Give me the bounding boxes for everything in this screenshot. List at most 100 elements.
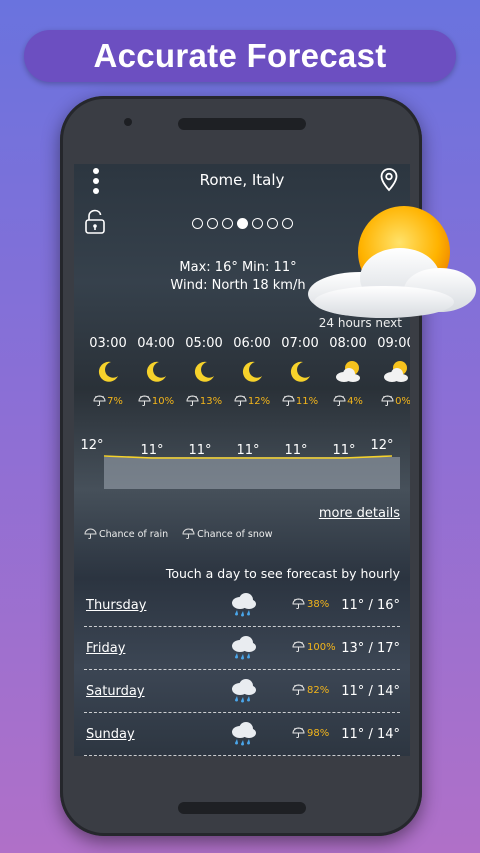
hour-rain-chance: 12% <box>228 395 276 407</box>
rain-cloud-icon <box>232 679 256 703</box>
hourly-item[interactable]: 08:00 4% <box>324 336 372 407</box>
city-title[interactable]: Rome, Italy <box>74 171 410 189</box>
hourly-forecast[interactable]: 03:00 7% 04:00 10% 05:00 13% 06:00 12% 07:00 11% 0… <box>84 336 410 407</box>
hour-weather <box>228 355 276 389</box>
moon-icon <box>98 361 118 382</box>
day-rain-value: 82% <box>307 684 330 696</box>
legend-rain: Chance of rain <box>84 528 168 540</box>
hourly-item[interactable]: 05:00 13% <box>180 336 228 407</box>
legend-snow: Chance of snow <box>182 528 272 540</box>
hour-weather <box>84 355 132 389</box>
hour-rain-chance: 11% <box>276 395 324 407</box>
temperature-label: 11° <box>332 443 355 458</box>
partly-cloudy-icon <box>384 361 408 382</box>
temperature-label: 11° <box>236 443 259 458</box>
hour-weather <box>132 355 180 389</box>
day-temperature: 11° / 14° <box>341 727 400 742</box>
earpiece-speaker <box>178 118 306 130</box>
day-row[interactable]: Friday 100% 13° / 17° <box>84 627 400 670</box>
rain-umbrella-icon <box>381 395 394 407</box>
hour-rain-value: 13% <box>199 395 223 407</box>
legend-snow-label: Chance of snow <box>197 528 273 540</box>
hour-rain-value: 7% <box>107 395 123 407</box>
hourly-item[interactable]: 03:00 7% <box>84 336 132 407</box>
page-dot[interactable] <box>267 218 278 229</box>
rain-umbrella-icon <box>292 641 305 653</box>
moon-icon <box>290 361 310 382</box>
page-dot[interactable] <box>282 218 293 229</box>
hourly-item[interactable]: 04:00 10% <box>132 336 180 407</box>
touch-hint: Touch a day to see forecast by hourly <box>165 566 400 581</box>
hour-rain-value: 11% <box>295 395 319 407</box>
hour-rain-value: 4% <box>347 395 363 407</box>
rain-umbrella-icon <box>292 727 305 739</box>
rain-umbrella-icon <box>138 395 151 407</box>
headline-banner: Accurate Forecast <box>24 30 456 82</box>
page-dot[interactable] <box>252 218 263 229</box>
day-rain-value: 100% <box>307 641 336 653</box>
day-weather <box>228 719 258 749</box>
rain-umbrella-icon <box>292 598 305 610</box>
day-name[interactable]: Friday <box>86 641 125 656</box>
hour-time: 09:00 <box>377 336 410 351</box>
snow-umbrella-icon <box>182 528 195 540</box>
day-weather <box>228 676 258 706</box>
sun-cloud-icon <box>308 206 476 318</box>
day-weather <box>228 590 258 620</box>
headline-text: Accurate Forecast <box>93 37 387 74</box>
hour-rain-chance: 7% <box>84 395 132 407</box>
unlock-icon[interactable] <box>84 209 106 235</box>
hourly-item[interactable]: 07:00 11% <box>276 336 324 407</box>
page-dot[interactable] <box>237 218 248 229</box>
day-rain-chance: 100% <box>292 641 336 653</box>
rain-umbrella-icon <box>292 684 305 696</box>
more-details-link[interactable]: more details <box>319 506 400 521</box>
temperature-label: 11° <box>188 443 211 458</box>
hourly-item[interactable]: 09:00 0% <box>372 336 410 407</box>
precipitation-legend: Chance of rain Chance of snow <box>84 528 272 540</box>
hour-time: 07:00 <box>281 336 319 351</box>
day-name[interactable]: Thursday <box>86 598 146 613</box>
daily-forecast-list: Thursday 38% 11° / 16° Friday 100% 13° / 17° S… <box>84 584 400 756</box>
rain-umbrella-icon <box>333 395 346 407</box>
hour-time: 05:00 <box>185 336 223 351</box>
location-pin-icon[interactable] <box>380 168 398 192</box>
hour-weather <box>324 355 372 389</box>
day-name[interactable]: Sunday <box>86 727 135 742</box>
legend-rain-label: Chance of rain <box>99 528 169 540</box>
hour-rain-value: 12% <box>247 395 271 407</box>
rain-umbrella-icon <box>84 528 97 540</box>
day-temperature: 11° / 16° <box>341 598 400 613</box>
day-temperature: 11° / 14° <box>341 684 400 699</box>
hour-rain-chance: 13% <box>180 395 228 407</box>
hour-time: 04:00 <box>137 336 175 351</box>
rain-umbrella-icon <box>186 395 199 407</box>
page-indicator <box>192 218 293 229</box>
temperature-label: 12° <box>80 438 103 453</box>
page-dot[interactable] <box>207 218 218 229</box>
partly-cloudy-icon <box>336 361 360 382</box>
hour-time: 03:00 <box>89 336 127 351</box>
temperature-label: 12° <box>370 438 393 453</box>
hour-weather <box>180 355 228 389</box>
hour-time: 06:00 <box>233 336 271 351</box>
page-dot[interactable] <box>222 218 233 229</box>
page-dot[interactable] <box>192 218 203 229</box>
hour-rain-value: 0% <box>395 395 410 407</box>
rain-umbrella-icon <box>93 395 106 407</box>
hour-weather <box>372 355 410 389</box>
hour-time: 08:00 <box>329 336 367 351</box>
moon-icon <box>146 361 166 382</box>
temperature-label: 11° <box>284 443 307 458</box>
hourly-item[interactable]: 06:00 12% <box>228 336 276 407</box>
day-row[interactable]: Saturday 82% 11° / 14° <box>84 670 400 713</box>
day-row[interactable]: Thursday 38% 11° / 16° <box>84 584 400 627</box>
day-temperature: 13° / 17° <box>341 641 400 656</box>
day-name[interactable]: Saturday <box>86 684 145 699</box>
rain-cloud-icon <box>232 593 256 617</box>
rain-umbrella-icon <box>282 395 295 407</box>
day-row[interactable]: Sunday 98% 11° / 14° <box>84 713 400 756</box>
hour-rain-chance: 10% <box>132 395 180 407</box>
moon-icon <box>242 361 262 382</box>
hour-weather <box>276 355 324 389</box>
